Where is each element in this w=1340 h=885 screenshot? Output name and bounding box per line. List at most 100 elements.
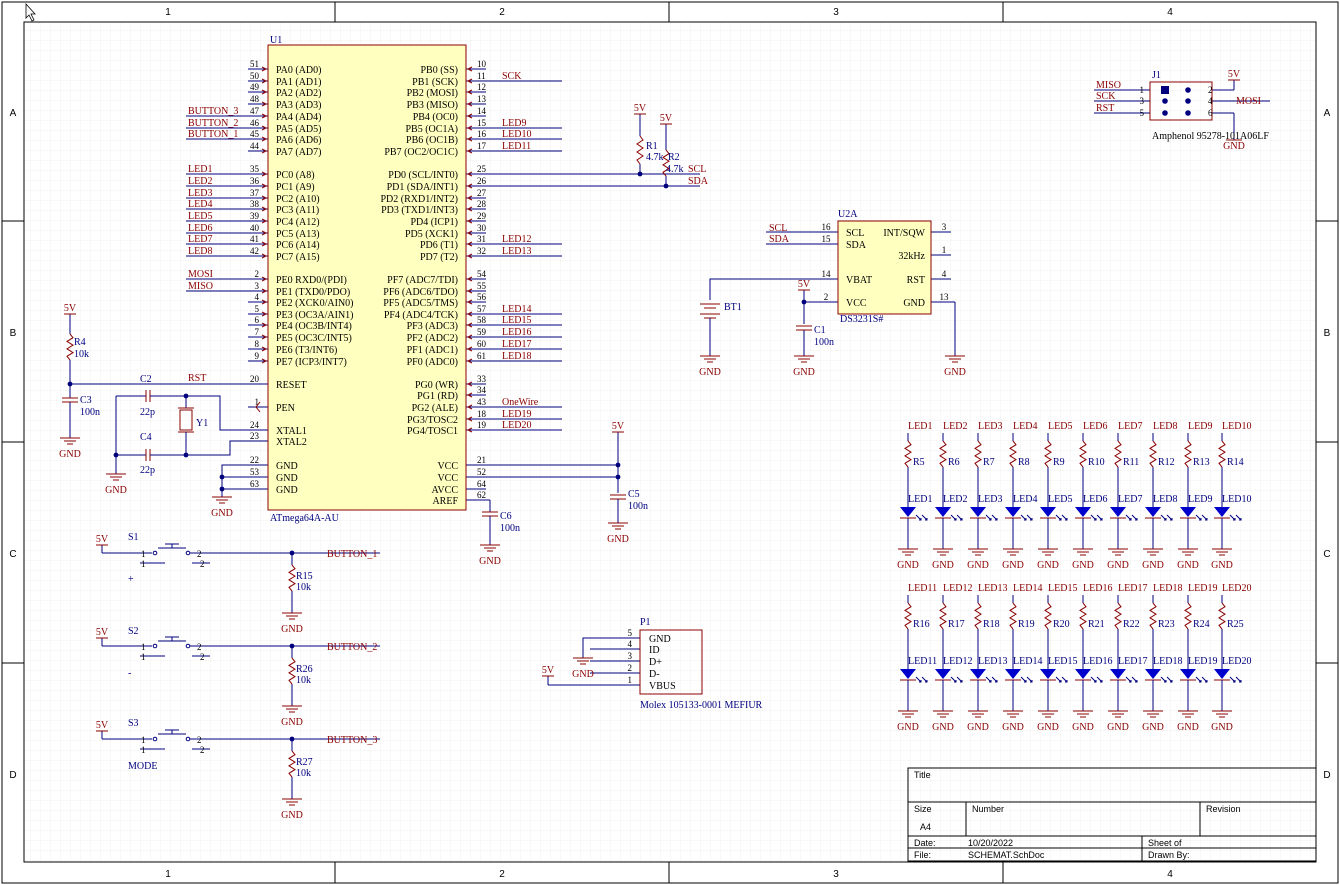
- u1-pin-number: 13: [477, 94, 487, 104]
- j1-pad: [1162, 110, 1168, 116]
- led-resistor-ref: R16: [913, 619, 930, 630]
- gnd-label: GND: [944, 367, 966, 378]
- u1-pin-number: 40: [250, 223, 260, 233]
- r4-val: 10k: [74, 349, 89, 360]
- vcc-5v-label: 5V: [634, 103, 647, 114]
- gnd-label: GND: [281, 810, 303, 821]
- u1-pin-label: PC5 (A13): [276, 229, 320, 240]
- u1-pin-label: PE7 (ICP3/INT7): [276, 357, 347, 368]
- u1-net-label: BUTTON_1: [188, 129, 238, 140]
- gnd-label: GND: [607, 534, 629, 545]
- u1-pin-label: PD2 (RXD1/INT2): [381, 194, 459, 205]
- gnd-label: GND: [699, 367, 721, 378]
- j1-ref: J1: [1152, 70, 1161, 81]
- u1-pin-number: 10: [477, 59, 487, 69]
- vcc-5v-label: 5V: [64, 303, 77, 314]
- j1-pad: [1185, 87, 1191, 93]
- gnd-label: GND: [1177, 722, 1199, 733]
- u1-pin-number: 34: [477, 385, 487, 395]
- u1-net-label: LED15: [502, 315, 531, 326]
- u1-net-label: LED9: [502, 118, 526, 129]
- u1-pin-number: 63: [250, 479, 260, 489]
- tb-date: 10/20/2022: [968, 838, 1013, 848]
- r15-val: 10k: [296, 582, 311, 593]
- tb-revision-label: Revision: [1206, 804, 1241, 814]
- gnd-label: GND: [1072, 560, 1094, 571]
- net-scl-u2: SCL: [769, 223, 787, 234]
- u1-pin-number: 37: [250, 188, 260, 198]
- u1-name: ATmega64A-AU: [270, 513, 340, 524]
- u1-net-label: LED11: [502, 141, 531, 152]
- vcc-5v-label: 5V: [798, 279, 811, 290]
- u1-pin-number: 2: [255, 269, 260, 279]
- u1-pin-label: PD5 (XCK1): [405, 229, 458, 240]
- p1-pin-number: 5: [628, 628, 633, 638]
- led-ref: LED12: [943, 656, 972, 667]
- u1-pin-label: PF2 (ADC2): [407, 333, 458, 344]
- gnd-label: GND: [211, 508, 233, 519]
- u1-pin-label: PC3 (A11): [276, 205, 319, 216]
- u1-pin-label: PC0 (A8): [276, 170, 315, 181]
- u1-pin-label: PD0 (SCL/INT0): [388, 170, 458, 181]
- j1-pin-number: 6: [1208, 108, 1213, 118]
- col-label: 2: [499, 7, 505, 18]
- tb-size-label: Size: [914, 804, 932, 814]
- u1-pin-label: PG0 (WR): [415, 380, 458, 391]
- u1-pin-label: PE1 (TXD0/PDO): [276, 287, 350, 298]
- u1-pin-label: PA6 (AD6): [276, 135, 321, 146]
- u1-pin-label: GND: [276, 473, 298, 484]
- u1-pin-label: AVCC: [432, 485, 459, 496]
- row-label: A: [10, 108, 17, 119]
- led-resistor-ref: R20: [1053, 619, 1070, 630]
- led-net-label: LED10: [1222, 421, 1251, 432]
- c5-ref: C5: [628, 489, 640, 500]
- r4-ref: R4: [74, 337, 86, 348]
- p1-pin-number: 1: [628, 675, 633, 685]
- u1-pin-number: 24: [250, 420, 260, 430]
- u1-net-label: BUTTON_3: [188, 106, 238, 117]
- led-resistor-ref: R7: [983, 457, 995, 468]
- p1-pin-number: 2: [628, 663, 633, 673]
- u2-pin-number: 13: [940, 292, 950, 302]
- u1-pin-number: 43: [477, 397, 487, 407]
- u1-net-label: LED14: [502, 304, 531, 315]
- j1-pad: [1185, 110, 1191, 116]
- u1-pin-label: GND: [276, 461, 298, 472]
- col-label: 2: [499, 869, 505, 880]
- u1-pin-number: 58: [477, 315, 487, 325]
- sw-pin-number: 1: [141, 652, 146, 662]
- p1-ref: P1: [640, 617, 651, 628]
- led-net-label: LED2: [943, 421, 967, 432]
- p1-pin-label: GND: [649, 634, 671, 645]
- col-label: 1: [165, 869, 171, 880]
- tb-number-label: Number: [972, 804, 1004, 814]
- u2-pin-label: INT/SQW: [883, 228, 925, 239]
- led-resistor-ref: R17: [948, 619, 965, 630]
- u1-pin-number: 20: [250, 374, 260, 384]
- net-sda-u1: SDA: [688, 176, 709, 187]
- u1-pin-label: PF4 (ADC4/TCK): [384, 310, 458, 321]
- u2-pin-number: 3: [942, 222, 947, 232]
- u1-pin-label: PC4 (A12): [276, 217, 320, 228]
- c5-val: 100n: [628, 501, 648, 512]
- u1-pin-label: VCC: [437, 461, 458, 472]
- led-ref: LED14: [1013, 656, 1042, 667]
- u2-pin-number: 4: [942, 269, 947, 279]
- u1-pin-label: PF6 (ADC6/TDO): [383, 287, 458, 298]
- led-net-label: LED11: [908, 583, 937, 594]
- u1-pin-number: 9: [255, 351, 260, 361]
- gnd-label: GND: [479, 556, 501, 567]
- u1-pin-label: PB1 (SCK): [412, 77, 458, 88]
- u1-pin-number: 31: [477, 234, 486, 244]
- u1-pin-label: PE5 (OC3C/INT5): [276, 333, 352, 344]
- u1-pin-number: 46: [250, 118, 260, 128]
- u2-pin-number: 2: [824, 292, 829, 302]
- vcc-5v-label: 5V: [542, 665, 555, 676]
- u1-pin-label: PE0 RXD0/(PDI): [276, 275, 347, 286]
- u1-pin-label: PB7 (OC2/OC1C): [384, 147, 458, 158]
- s1-net: BUTTON_1: [327, 549, 377, 560]
- led-net-label: LED15: [1048, 583, 1077, 594]
- u1-net-label: OneWire: [502, 397, 539, 408]
- u1-pin-number: 19: [477, 420, 487, 430]
- tb-file: SCHEMAT.SchDoc: [968, 850, 1045, 860]
